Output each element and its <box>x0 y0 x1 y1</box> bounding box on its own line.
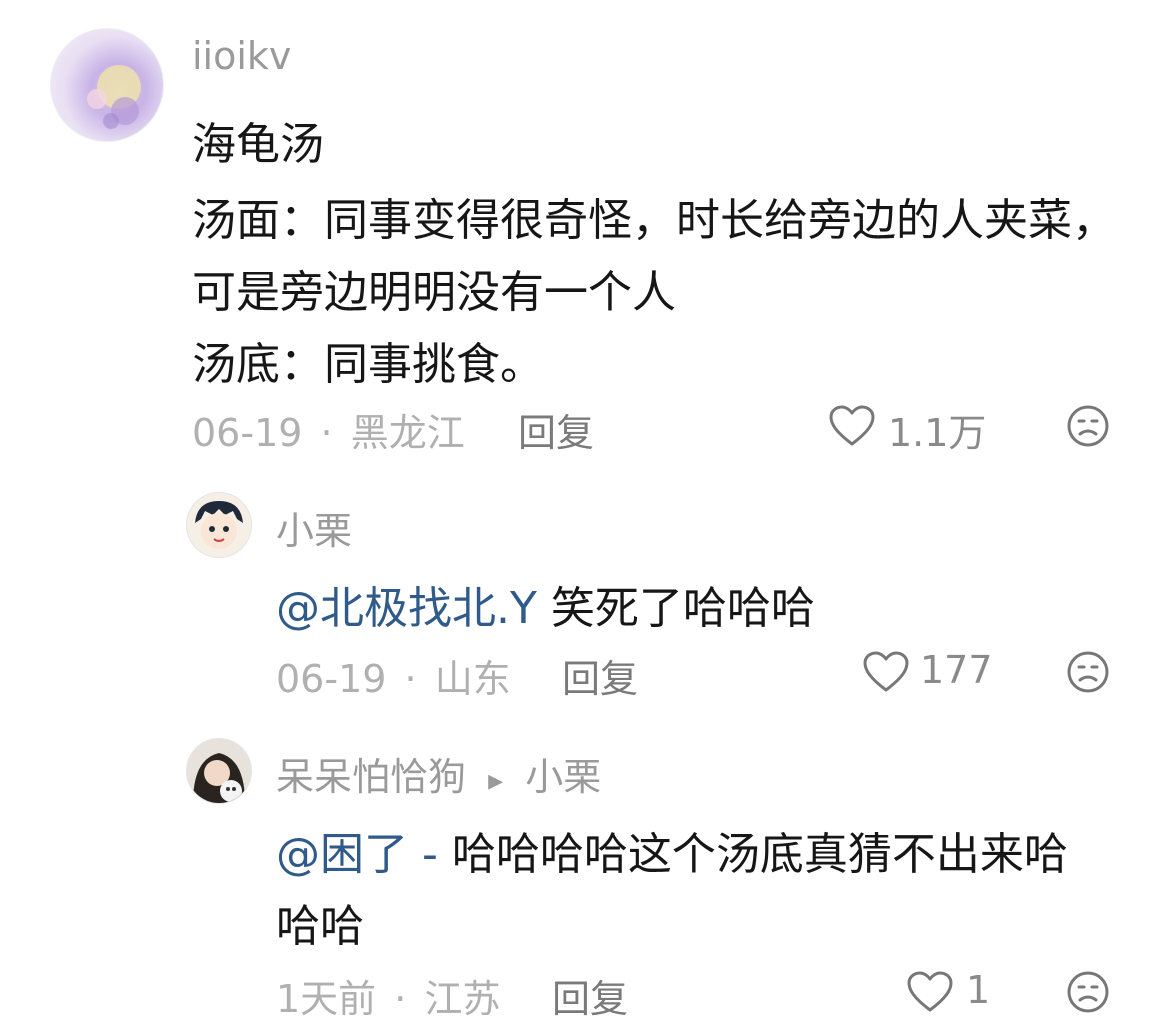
reply-arrow-icon: ▸ <box>488 763 504 798</box>
comment-line-2: 可是旁边明明没有一个人 <box>192 267 676 318</box>
dislike-button[interactable] <box>1066 970 1110 1018</box>
reply-text-body: 哈哈哈哈这个汤底真猜不出来哈 <box>451 829 1068 880</box>
reply-meta: 06-19 · 山东 <box>276 648 511 703</box>
like-count: 177 <box>920 648 993 692</box>
reply-date: 06-19 <box>276 657 387 701</box>
comment-date: 06-19 <box>192 411 303 455</box>
like-button[interactable] <box>906 970 954 1018</box>
comment-line-1: 汤面：同事变得很奇怪，时长给旁边的人夹菜， <box>192 195 1116 246</box>
reply-date: 1天前 <box>276 977 377 1021</box>
avatar-illustration <box>87 65 141 129</box>
reply-text-line-2: 哈哈 <box>276 901 364 952</box>
dislike-button[interactable] <box>1066 404 1110 452</box>
mention-link[interactable]: @困了 - <box>276 829 438 880</box>
meta-separator: · <box>320 411 333 455</box>
reply-username[interactable]: 呆呆怕恰狗 <box>276 755 466 799</box>
reply-meta: 1天前 · 江苏 <box>276 968 500 1023</box>
meta-separator: · <box>404 657 417 701</box>
heart-icon <box>829 405 875 446</box>
comment-region: 黑龙江 <box>350 411 465 455</box>
avatar[interactable] <box>186 492 252 558</box>
sad-face-icon <box>1067 651 1109 693</box>
dislike-button[interactable] <box>1066 650 1110 698</box>
reply-text: @北极找北.Y 笑死了哈哈哈 <box>276 572 815 636</box>
reply-button[interactable]: 回复 <box>518 402 594 457</box>
avatar[interactable] <box>186 738 252 804</box>
comment-title: 海龟汤 <box>192 119 324 170</box>
avatar-illustration <box>195 501 243 549</box>
reply-username[interactable]: 小栗 <box>276 500 352 555</box>
heart-icon <box>907 971 953 1012</box>
reply-text-line-1: @困了 - 哈哈哈哈这个汤底真猜不出来哈 <box>276 818 1068 882</box>
like-button[interactable] <box>862 650 910 698</box>
reply-text-body: 笑死了哈哈哈 <box>550 583 815 634</box>
comment-line-3: 汤底：同事挑食。 <box>192 339 544 390</box>
like-count: 1 <box>966 968 991 1012</box>
comment-username[interactable]: iioikv <box>192 34 291 78</box>
heart-icon <box>863 651 909 692</box>
reply-region: 山东 <box>434 657 511 701</box>
like-button[interactable] <box>828 404 876 452</box>
like-count: 1.1万 <box>888 411 987 455</box>
avatar[interactable] <box>50 28 164 142</box>
sad-face-icon <box>1067 971 1109 1013</box>
reply-to-username[interactable]: 小栗 <box>525 755 601 799</box>
avatar-illustration <box>193 753 245 803</box>
reply-button[interactable]: 回复 <box>562 648 638 703</box>
reply-region: 江苏 <box>424 977 501 1021</box>
sad-face-icon <box>1067 405 1109 447</box>
mention-link[interactable]: @北极找北.Y <box>276 583 537 634</box>
reply-username-line: 呆呆怕恰狗 ▸ 小栗 <box>276 746 601 801</box>
reply-button[interactable]: 回复 <box>552 968 628 1023</box>
meta-separator: · <box>394 977 407 1021</box>
comment-meta: 06-19 · 黑龙江 <box>192 402 465 457</box>
